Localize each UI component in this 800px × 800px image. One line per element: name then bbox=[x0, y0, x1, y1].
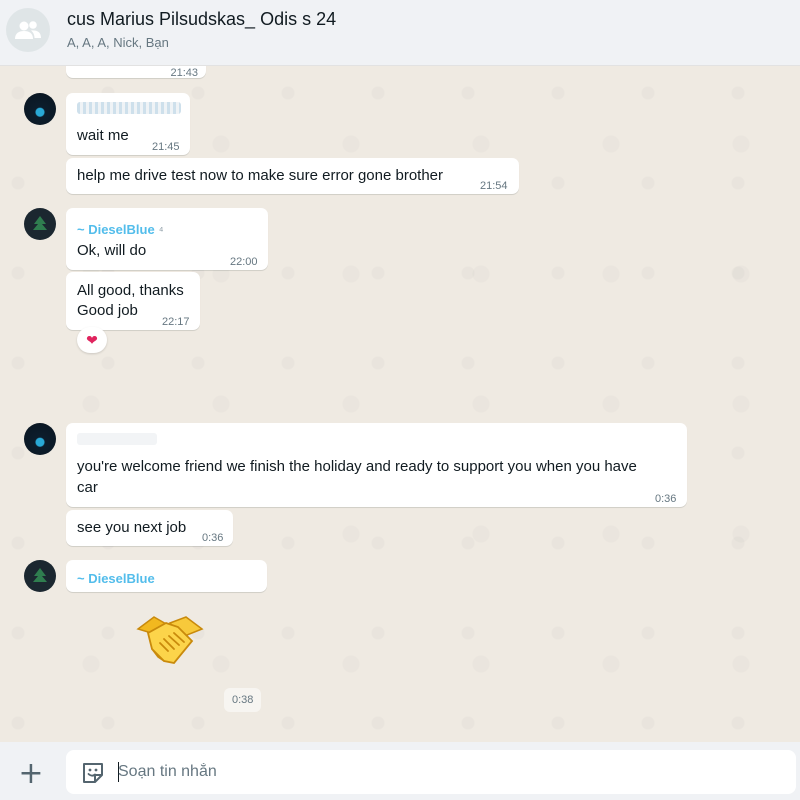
message-time: 0:36 bbox=[655, 493, 677, 505]
sender-avatar[interactable] bbox=[24, 93, 56, 125]
blurred-sender-name bbox=[77, 102, 181, 114]
sender-avatar[interactable] bbox=[24, 560, 56, 592]
message-bubble[interactable]: you're welcome friend we finish the holi… bbox=[66, 423, 687, 507]
message-time: 21:45 bbox=[152, 141, 180, 153]
group-members: A, A, A, Nick, Bạn bbox=[67, 35, 169, 50]
message-bubble[interactable]: help me drive test now to make sure erro… bbox=[66, 158, 519, 194]
group-title[interactable]: cus Marius Pilsudskas_ Odis s 24 bbox=[67, 9, 336, 30]
sender-phone-icon: ⁴ bbox=[158, 225, 164, 237]
message-bubble[interactable]: ~ DieselBlue bbox=[66, 560, 267, 592]
handshake-icon bbox=[136, 616, 204, 664]
message-time: 0:38 bbox=[224, 688, 262, 712]
blurred-sender-name bbox=[77, 433, 157, 445]
sender-name: ~ DieselBlue bbox=[77, 571, 155, 586]
message-bubble[interactable]: wait me 21:45 bbox=[66, 93, 190, 155]
sticker-icon[interactable] bbox=[80, 760, 106, 786]
group-avatar[interactable] bbox=[6, 8, 50, 52]
message-text-line-2: car bbox=[77, 479, 98, 496]
message-text: Ok, will do bbox=[77, 242, 147, 259]
message-input-box[interactable] bbox=[66, 750, 796, 794]
handshake-sticker[interactable] bbox=[134, 611, 206, 669]
message-time: 22:17 bbox=[162, 316, 190, 328]
message-bubble[interactable]: see you next job 0:36 bbox=[66, 510, 233, 546]
message-text: see you next job bbox=[77, 519, 187, 536]
message-time: 22:00 bbox=[230, 256, 258, 268]
tree-logo-icon bbox=[33, 216, 47, 230]
message-input[interactable] bbox=[118, 758, 778, 786]
message-text-line-1: All good, thanks bbox=[77, 282, 184, 299]
message-text-line-2: Good job bbox=[77, 302, 138, 319]
message-bubble[interactable]: ~ DieselBlue ⁴ Ok, will do 22:00 bbox=[66, 208, 268, 270]
sender-name: ~ DieselBlue ⁴ bbox=[77, 220, 163, 241]
chat-area[interactable]: 21:43 wait me 21:45 help me drive test n… bbox=[0, 66, 800, 742]
message-text: help me drive test now to make sure erro… bbox=[77, 167, 444, 184]
chat-header[interactable]: cus Marius Pilsudskas_ Odis s 24 A, A, A… bbox=[0, 0, 800, 66]
message-time: 21:54 bbox=[480, 180, 508, 192]
tree-logo-icon bbox=[33, 568, 47, 582]
message-time: 21:43 bbox=[170, 67, 198, 79]
heart-icon: ❤ bbox=[86, 331, 98, 348]
composer-bar: + bbox=[0, 742, 800, 800]
sender-avatar[interactable] bbox=[24, 423, 56, 455]
heart-reaction[interactable]: ❤ bbox=[77, 327, 107, 353]
sender-avatar[interactable] bbox=[24, 208, 56, 240]
message-time: 0:36 bbox=[202, 532, 224, 544]
message-bubble[interactable]: All good, thanks Good job 22:17 bbox=[66, 272, 200, 330]
sender-name-text: ~ DieselBlue bbox=[77, 222, 155, 237]
message-bubble[interactable]: 21:43 bbox=[66, 66, 206, 79]
plus-icon[interactable]: + bbox=[14, 756, 48, 791]
message-text: wait me bbox=[77, 127, 129, 144]
message-text-line-1: you're welcome friend we finish the holi… bbox=[77, 458, 637, 475]
group-icon bbox=[15, 21, 41, 39]
